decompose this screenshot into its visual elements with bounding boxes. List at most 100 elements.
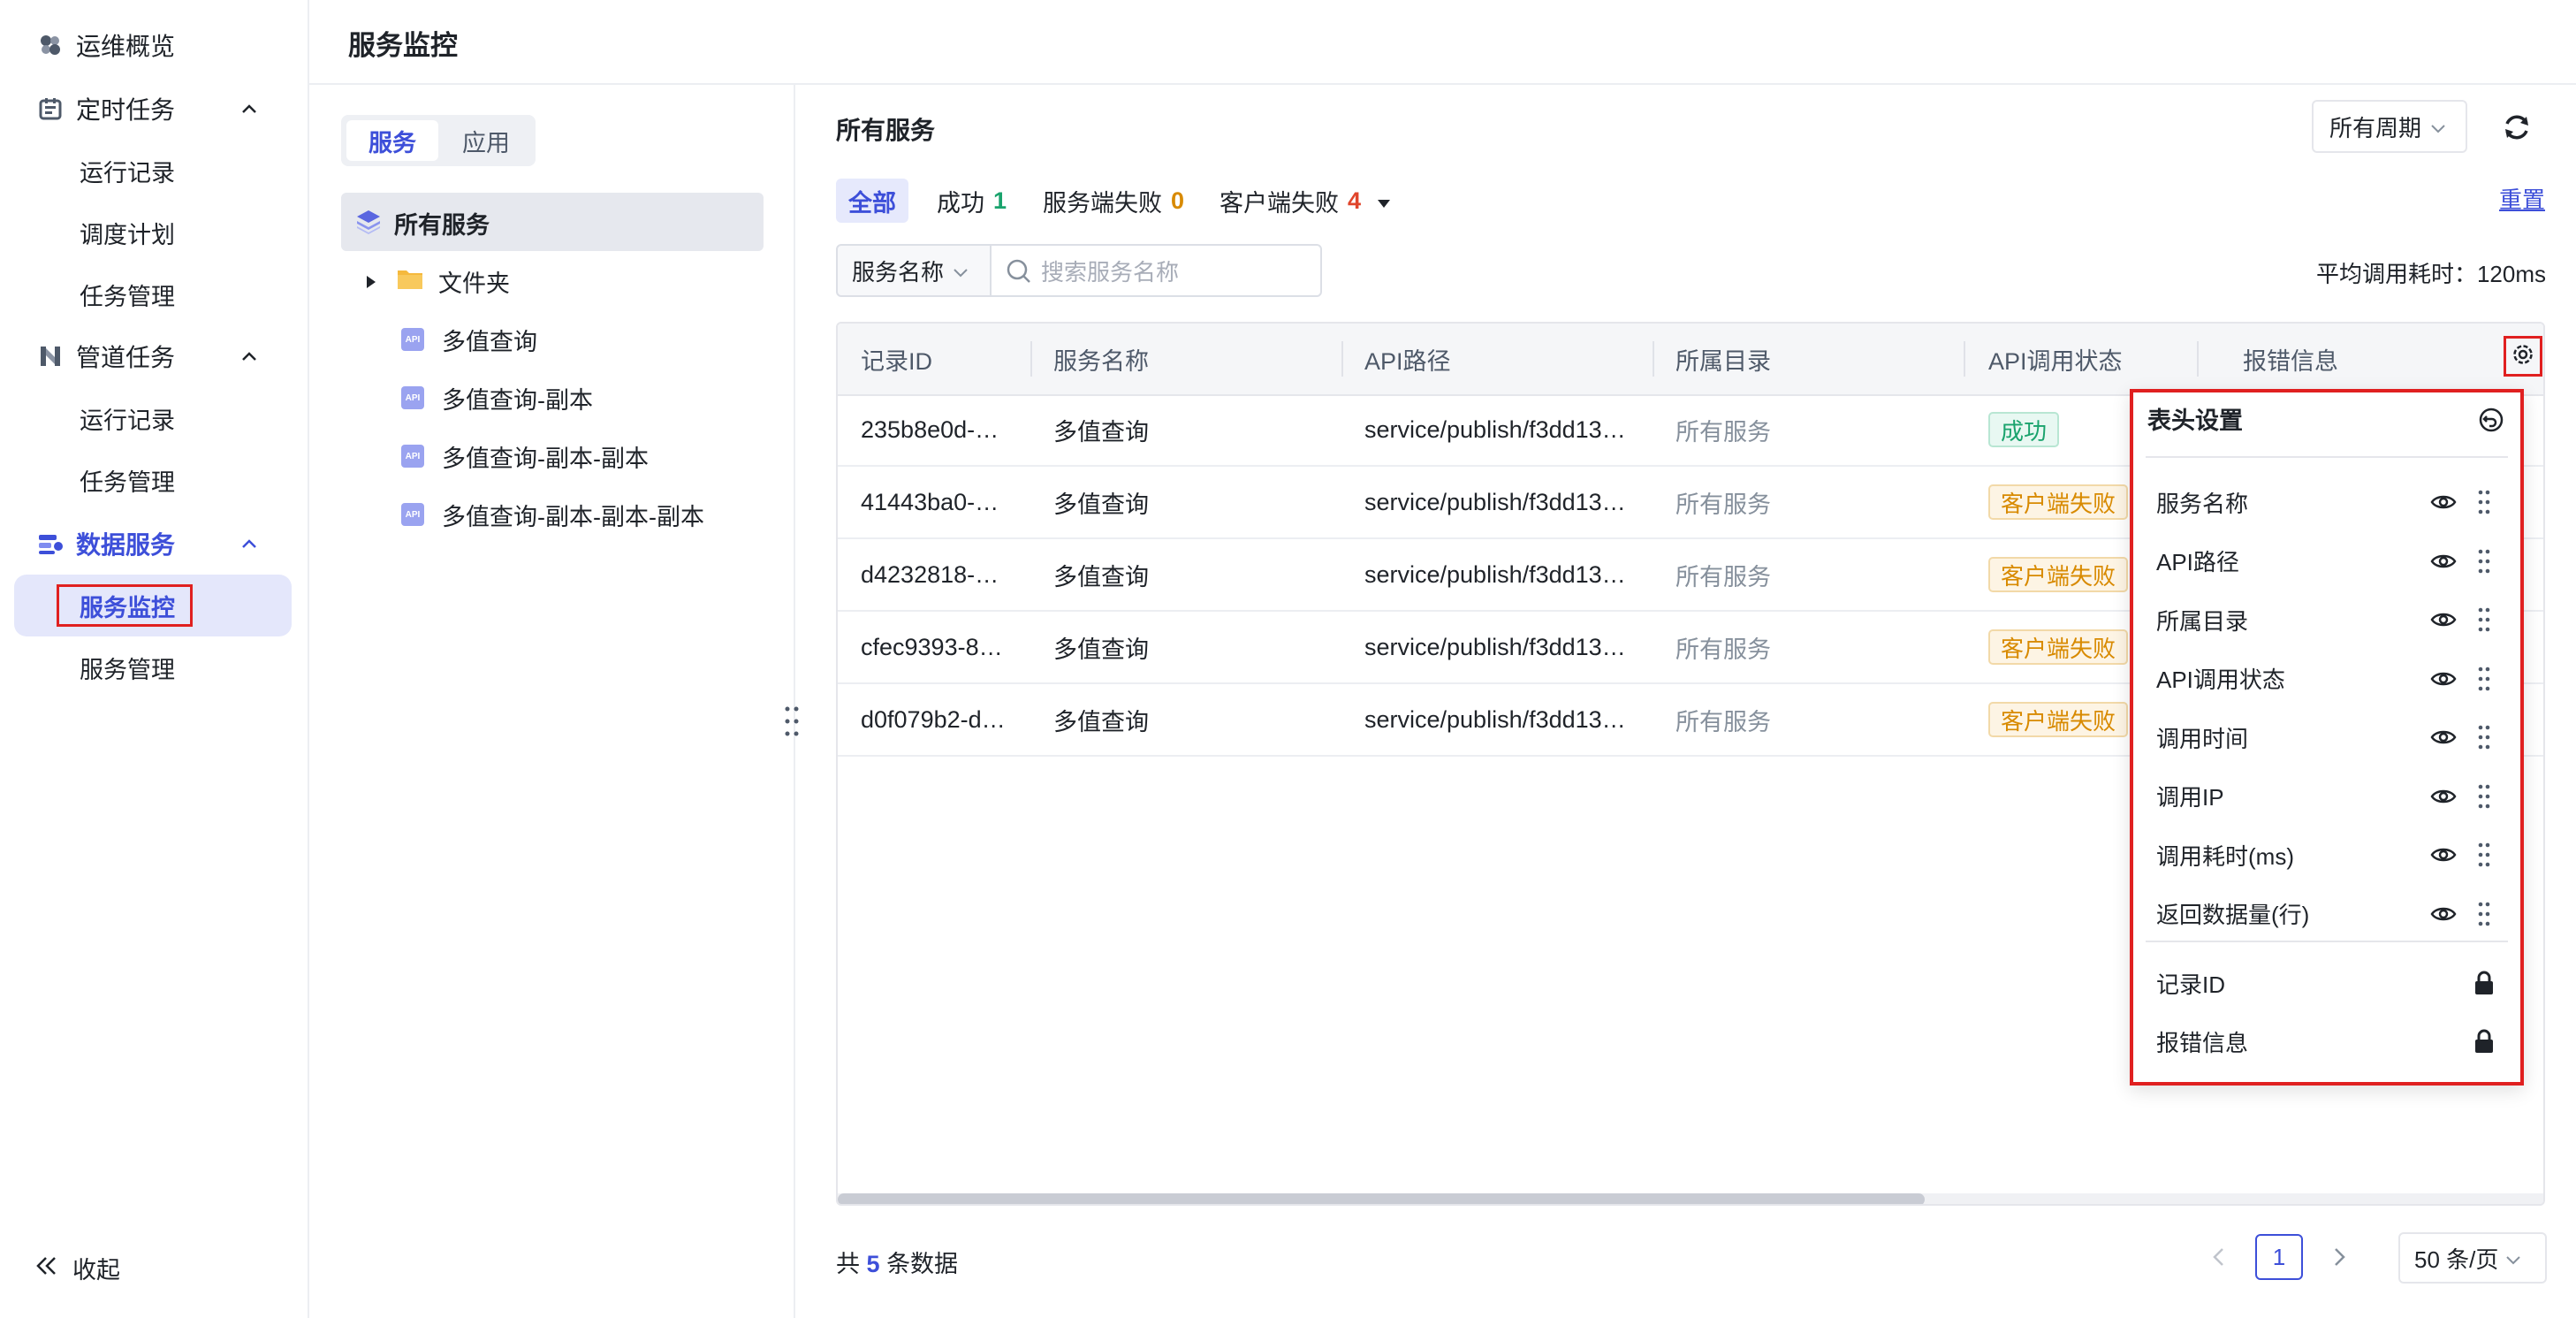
collapse-button[interactable]: 收起 bbox=[35, 1241, 120, 1294]
column-setting-row[interactable]: API路径 bbox=[2133, 535, 2520, 588]
cell-api-path: service/publish/f3dd13… bbox=[1364, 633, 1626, 660]
page-header: 服务监控 bbox=[309, 0, 2576, 85]
nav-overview[interactable]: 运维概览 bbox=[0, 14, 308, 76]
column-setting-label: 调用IP bbox=[2156, 784, 2224, 811]
layers-icon bbox=[355, 209, 382, 240]
page-size-select[interactable]: 50 条/页 bbox=[2398, 1232, 2547, 1284]
chevron-up-icon[interactable] bbox=[237, 344, 262, 369]
eye-icon[interactable] bbox=[2428, 547, 2458, 575]
caret-down-icon[interactable] bbox=[1377, 187, 1391, 215]
data-service-icon bbox=[37, 530, 64, 557]
column-setting-row[interactable]: 所属目录 bbox=[2133, 593, 2520, 646]
nav-scheduled-run-records[interactable]: 运行记录 bbox=[0, 140, 308, 202]
eye-icon[interactable] bbox=[2428, 900, 2458, 928]
period-select[interactable]: 所有周期 bbox=[2312, 100, 2467, 153]
eye-icon[interactable] bbox=[2428, 488, 2458, 516]
drag-handle-icon[interactable] bbox=[2471, 547, 2497, 575]
column-divider bbox=[1964, 341, 1965, 377]
prev-page-button[interactable] bbox=[2197, 1234, 2239, 1280]
drag-handle-icon[interactable] bbox=[2471, 665, 2497, 693]
column-setting-row[interactable]: API调用状态 bbox=[2133, 652, 2520, 705]
column-setting-row[interactable]: 调用时间 bbox=[2133, 711, 2520, 764]
cell-directory: 所有服务 bbox=[1676, 563, 1771, 590]
scrollbar-thumb[interactable] bbox=[838, 1193, 1925, 1204]
column-setting-label: 返回数据量(行) bbox=[2156, 902, 2310, 928]
drag-handle-icon[interactable] bbox=[2471, 900, 2497, 928]
tree-folder[interactable]: 文件夹 bbox=[366, 256, 510, 306]
column-settings-popover: 表头设置 服务名称 API路径 所属目录 API调用状态 调用时间 调用IP 调用耗时(ms… bbox=[2130, 389, 2524, 1086]
nav-scheduled-tasks[interactable]: 定时任务 bbox=[0, 78, 308, 140]
drag-handle-icon[interactable] bbox=[2471, 782, 2497, 811]
column-setting-row[interactable]: 服务名称 bbox=[2133, 476, 2520, 529]
nav-pipeline-tasks[interactable]: 管道任务 bbox=[0, 325, 308, 387]
chevron-up-icon[interactable] bbox=[237, 96, 262, 121]
column-setting-row[interactable]: 调用IP bbox=[2133, 770, 2520, 823]
service-tree-panel: 服务 应用 所有服务 文件夹 API 多值查询 API 多值查询-副本 API … bbox=[309, 85, 795, 1318]
eye-icon[interactable] bbox=[2428, 782, 2458, 811]
column-settings-button[interactable] bbox=[2504, 336, 2542, 377]
tree-tab-switch: 服务 应用 bbox=[341, 115, 536, 166]
nav-pipeline-task-mgmt[interactable]: 任务管理 bbox=[0, 449, 308, 511]
tree-item[interactable]: API 多值查询 bbox=[401, 315, 537, 364]
tree-item[interactable]: API 多值查询-副本-副本-副本 bbox=[401, 490, 704, 539]
filter-client-fail[interactable]: 客户端失败 4 bbox=[1220, 179, 1391, 223]
filter-success-label: 成功 bbox=[937, 189, 984, 217]
period-select-value: 所有周期 bbox=[2329, 114, 2422, 141]
eye-icon[interactable] bbox=[2428, 606, 2458, 634]
eye-icon[interactable] bbox=[2428, 841, 2458, 869]
cell-directory: 所有服务 bbox=[1676, 636, 1771, 663]
tree-folder-label: 文件夹 bbox=[438, 270, 510, 297]
filter-success[interactable]: 成功 1 bbox=[937, 179, 1007, 223]
cell-service-name: 多值查询 bbox=[1053, 491, 1149, 518]
nav-service-mgmt[interactable]: 服务管理 bbox=[0, 636, 308, 698]
column-setting-row[interactable]: 调用耗时(ms) bbox=[2133, 828, 2520, 881]
reset-history-icon[interactable] bbox=[2476, 405, 2506, 435]
cell-api-path: service/publish/f3dd13… bbox=[1364, 488, 1626, 515]
search-input[interactable]: 搜索服务名称 bbox=[990, 244, 1322, 297]
cell-service-name: 多值查询 bbox=[1053, 563, 1149, 590]
page-number[interactable]: 1 bbox=[2255, 1234, 2303, 1280]
cell-api-path: service/publish/f3dd13… bbox=[1364, 705, 1626, 733]
nav-data-service[interactable]: 数据服务 bbox=[0, 513, 308, 575]
tree-root-all-services[interactable]: 所有服务 bbox=[341, 193, 764, 251]
filter-server-fail[interactable]: 服务端失败 0 bbox=[1043, 179, 1184, 223]
drag-handle-icon[interactable] bbox=[2471, 488, 2497, 516]
tree-root-label: 所有服务 bbox=[394, 212, 490, 239]
nav-scheduled-task-mgmt[interactable]: 任务管理 bbox=[0, 263, 308, 325]
cell-directory: 所有服务 bbox=[1676, 491, 1771, 518]
eye-icon[interactable] bbox=[2428, 723, 2458, 751]
horizontal-scrollbar[interactable] bbox=[838, 1193, 2543, 1204]
column-setting-label: 服务名称 bbox=[2156, 490, 2249, 517]
status-badge: 客户端失败 bbox=[1988, 629, 2129, 665]
next-page-button[interactable] bbox=[2319, 1234, 2361, 1280]
locked-column-row: 报错信息 bbox=[2133, 1015, 2520, 1068]
tab-services[interactable]: 服务 bbox=[346, 120, 438, 161]
nav-scheduled-plan[interactable]: 调度计划 bbox=[0, 202, 308, 263]
eye-icon[interactable] bbox=[2428, 665, 2458, 693]
nav-pipeline-run-records[interactable]: 运行记录 bbox=[0, 387, 308, 449]
reset-link[interactable]: 重置 bbox=[2499, 182, 2545, 215]
column-setting-label: 调用时间 bbox=[2156, 725, 2249, 752]
section-title: 所有服务 bbox=[836, 117, 936, 144]
tree-item[interactable]: API 多值查询-副本 bbox=[401, 373, 593, 423]
api-icon: API bbox=[401, 328, 424, 351]
caret-right-icon[interactable] bbox=[366, 268, 376, 295]
drag-handle-icon[interactable] bbox=[2471, 606, 2497, 634]
drag-handle-icon[interactable] bbox=[2471, 723, 2497, 751]
chevron-down-icon bbox=[2505, 1245, 2521, 1272]
chevron-up-icon[interactable] bbox=[237, 531, 262, 556]
tree-item[interactable]: API 多值查询-副本-副本 bbox=[401, 431, 649, 481]
column-setting-row[interactable]: 返回数据量(行) bbox=[2133, 888, 2520, 941]
nav-item-label: 调度计划 bbox=[80, 221, 175, 248]
refresh-icon[interactable] bbox=[2499, 110, 2534, 145]
search-field-select[interactable]: 服务名称 bbox=[836, 244, 992, 297]
folder-icon bbox=[396, 266, 424, 297]
filter-client-fail-label: 客户端失败 bbox=[1220, 189, 1339, 217]
column-divider bbox=[2197, 341, 2199, 377]
status-badge: 成功 bbox=[1988, 412, 2060, 447]
double-chevron-left-icon bbox=[35, 1254, 58, 1282]
column-setting-label: 调用耗时(ms) bbox=[2156, 842, 2294, 870]
drag-handle-icon[interactable] bbox=[2471, 841, 2497, 869]
filter-all[interactable]: 全部 bbox=[836, 179, 908, 223]
tab-applications[interactable]: 应用 bbox=[440, 120, 532, 161]
